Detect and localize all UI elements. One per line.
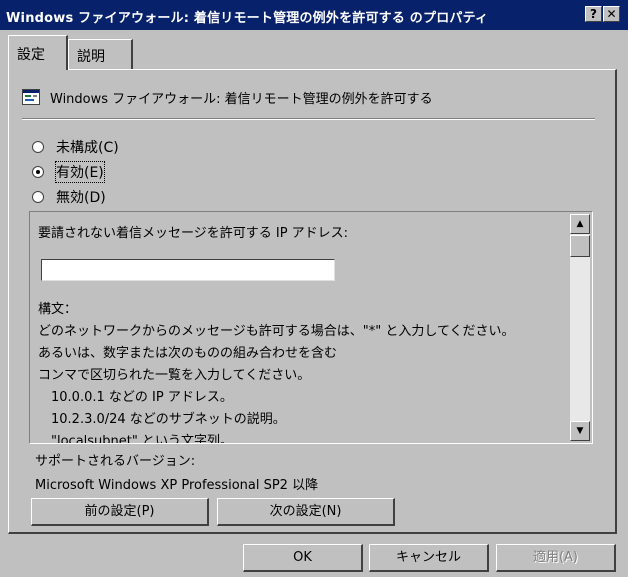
option-text-line: 10.0.0.1 などの IP アドレス。 bbox=[38, 390, 233, 405]
tab-settings-label: 設定 bbox=[17, 47, 45, 63]
policy-header: Windows ファイアウォール: 着信リモート管理の例外を許可する bbox=[22, 86, 433, 108]
properties-dialog: Windows ファイアウォール: 着信リモート管理の例外を許可する のプロパテ… bbox=[0, 0, 628, 577]
supported-versions-label: サポートされるバージョン: bbox=[35, 454, 196, 469]
arrow-down-icon: ▼ bbox=[576, 426, 584, 436]
next-setting-button[interactable]: 次の設定(N) bbox=[217, 498, 395, 526]
policy-setting-icon bbox=[22, 89, 40, 105]
radio-button[interactable] bbox=[32, 191, 44, 203]
ok-button[interactable]: OK bbox=[243, 544, 363, 572]
ip-label: 要請されない着信メッセージを許可する IP アドレス: bbox=[38, 226, 349, 241]
options-pane: 要請されない着信メッセージを許可する IP アドレス: 構文： どのネットワーク… bbox=[29, 211, 593, 444]
help-button[interactable]: ? bbox=[585, 6, 602, 22]
separator bbox=[22, 118, 595, 120]
radio-disabled-label: 無効(D) bbox=[56, 190, 106, 206]
close-button[interactable]: ✕ bbox=[603, 6, 620, 22]
tab-explanation-label: 説明 bbox=[77, 49, 105, 65]
radio-enabled[interactable]: 有効(E) bbox=[32, 161, 105, 183]
close-icon: ✕ bbox=[606, 7, 617, 21]
supported-versions-value: Microsoft Windows XP Professional SP2 以降 bbox=[35, 478, 319, 493]
radio-disabled[interactable]: 無効(D) bbox=[32, 187, 106, 207]
vertical-scrollbar[interactable]: ▲ ▼ bbox=[570, 214, 590, 441]
window-title: Windows ファイアウォール: 着信リモート管理の例外を許可する のプロパテ… bbox=[6, 11, 489, 26]
option-text-line: コンマで区切られた一覧を入力してください。 bbox=[38, 368, 311, 383]
cancel-button[interactable]: キャンセル bbox=[369, 544, 489, 572]
scroll-down-button[interactable]: ▼ bbox=[570, 421, 590, 441]
option-text-line: どのネットワークからのメッセージも許可する場合は、"*" と入力してください。 bbox=[38, 324, 515, 339]
radio-not-configured-label: 未構成(C) bbox=[56, 140, 119, 156]
scroll-up-button[interactable]: ▲ bbox=[570, 214, 590, 234]
option-text-line: 10.2.3.0/24 などのサブネットの説明。 bbox=[38, 412, 286, 427]
title-bar[interactable]: Windows ファイアウォール: 着信リモート管理の例外を許可する のプロパテ… bbox=[0, 0, 628, 30]
radio-not-configured[interactable]: 未構成(C) bbox=[32, 137, 119, 157]
apply-button[interactable]: 適用(A) bbox=[496, 544, 616, 572]
previous-setting-button[interactable]: 前の設定(P) bbox=[31, 498, 209, 526]
option-text-line: 構文： bbox=[38, 302, 78, 317]
radio-enabled-label: 有効(E) bbox=[55, 161, 105, 183]
tab-explanation[interactable]: 説明 bbox=[68, 39, 133, 69]
radio-button[interactable] bbox=[32, 141, 44, 153]
ip-address-input[interactable] bbox=[41, 259, 335, 281]
policy-title: Windows ファイアウォール: 着信リモート管理の例外を許可する bbox=[50, 91, 433, 107]
scroll-thumb[interactable] bbox=[570, 235, 590, 257]
tab-settings[interactable]: 設定 bbox=[8, 35, 68, 70]
radio-button-selected[interactable] bbox=[32, 166, 44, 178]
option-text-line: あるいは、数字または次のものの組み合わせを含む bbox=[38, 346, 338, 361]
arrow-up-icon: ▲ bbox=[576, 219, 584, 229]
option-text-line: "localsubnet" という文字列。 bbox=[38, 434, 233, 444]
